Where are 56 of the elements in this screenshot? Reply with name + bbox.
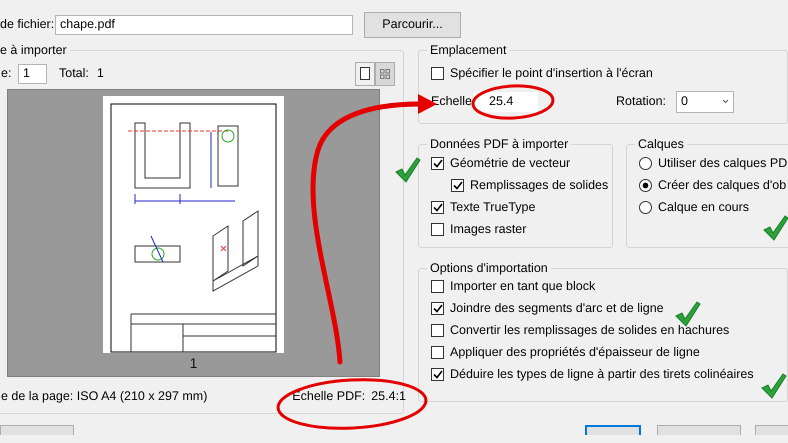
pdf-scale-value: 25.4:1: [371, 388, 406, 404]
grid-icon: [380, 68, 390, 78]
checkbox-label: Déduire les types de ligne à partir des tirets colinéaires: [450, 367, 754, 382]
checkbox[interactable]: [431, 368, 444, 381]
grid-view-button[interactable]: [375, 62, 395, 86]
radio-label: Utiliser des calques PD: [658, 156, 788, 171]
pdf-scale-label: Echelle PDF:: [292, 388, 366, 404]
group-title: Emplacement: [429, 44, 508, 56]
checkbox[interactable]: [431, 302, 444, 315]
group-title: Données PDF à importer: [429, 138, 570, 150]
checkbox[interactable]: [431, 201, 444, 214]
single-page-icon: [360, 67, 370, 80]
checkbox-label: Texte TrueType: [450, 200, 536, 215]
group-title: Calques: [637, 138, 685, 150]
checkbox-label: Géométrie de vecteur: [450, 156, 570, 171]
single-view-button[interactable]: [355, 62, 375, 86]
checkbox-label: Images raster: [450, 222, 526, 237]
checkmark-icon: [761, 373, 787, 399]
radio-button[interactable]: [639, 201, 652, 214]
checkmark-icon: [675, 301, 701, 327]
checkbox[interactable]: [431, 223, 444, 236]
browse-button[interactable]: Parcourir...: [364, 12, 461, 38]
checkbox[interactable]: [451, 179, 464, 192]
checkmark-icon: [395, 157, 421, 183]
checkbox-label: Appliquer des propriétés d'épaisseur de ligne: [450, 345, 700, 360]
field-label: e:: [1, 66, 12, 81]
checkbox[interactable]: [431, 324, 444, 337]
checkbox-label: Importer en tant que block: [450, 279, 596, 294]
group-title: e à importer: [0, 44, 68, 56]
checkbox-label: Joindre des segments d'arc et de ligne: [450, 301, 664, 316]
group-title: Options d'importation: [429, 262, 549, 274]
checkbox[interactable]: [431, 157, 444, 170]
total-value: 1: [96, 66, 104, 81]
radio-button[interactable]: [639, 179, 652, 192]
field-label: Rotation:: [616, 94, 666, 109]
scale-field[interactable]: 25.4: [474, 92, 538, 112]
default-button[interactable]: [585, 425, 641, 435]
field-label: de fichier:: [0, 17, 55, 32]
radio-label: Calque en cours: [658, 200, 750, 215]
checkbox-label: Convertir les remplissages de solides en hachures: [450, 323, 730, 338]
file-name-field[interactable]: chape.pdf: [55, 14, 353, 34]
radio-label: Créer des calques d'ob: [658, 178, 786, 193]
checkbox[interactable]: [431, 280, 444, 293]
field-label: Total:: [59, 66, 89, 81]
field-label: Echelle: [431, 94, 472, 109]
checkbox-label: Remplissages de solides: [470, 178, 608, 193]
page-number: 1: [190, 354, 198, 372]
page-field[interactable]: 1: [18, 64, 47, 84]
checkbox[interactable]: [431, 346, 444, 359]
radio-button[interactable]: [639, 157, 652, 170]
checkbox[interactable]: [431, 67, 444, 80]
rotation-dropdown[interactable]: 0: [676, 90, 734, 112]
checkmark-icon: [763, 215, 788, 241]
chevron-icon: [722, 99, 730, 104]
page-size-text: e de la page: ISO A4 (210 x 297 mm): [1, 388, 208, 404]
checkbox-label: Spécifier le point d'insertion à l'écran: [450, 66, 653, 81]
